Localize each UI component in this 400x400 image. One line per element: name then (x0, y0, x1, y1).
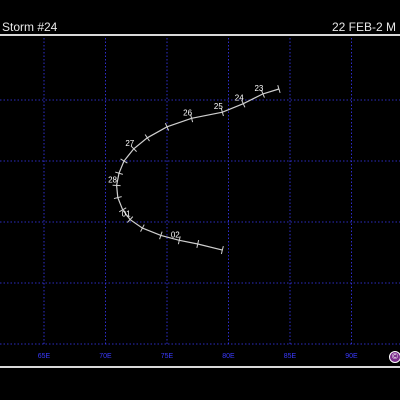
longitude-labels: 65E 70E 75E 80E 85E 90E (38, 353, 358, 360)
longitude-label: 80E (222, 353, 235, 360)
storm-track (112, 85, 281, 255)
bottom-rule (0, 366, 400, 368)
date-range: 22 FEB-2 M (331, 20, 396, 34)
longitude-label: 65E (38, 353, 51, 360)
storm-track-map[interactable]: 65E 70E 75E 80E 85E 90E 23 24 25 26 27 28 01 02 (0, 36, 400, 366)
track-day-label: 25 (214, 102, 223, 111)
track-fix-tick (144, 134, 150, 142)
header-bar: Storm #24 22 FEB-2 M (0, 0, 400, 34)
track-day-labels: 23 24 25 26 27 28 01 02 (108, 84, 264, 239)
longitude-label: 85E (284, 353, 297, 360)
logo-icon: © (389, 351, 400, 363)
longitude-label: 90E (345, 353, 358, 360)
track-line (115, 88, 280, 251)
track-day-label: 27 (125, 139, 134, 148)
track-day-label: 28 (108, 175, 117, 184)
longitude-label: 75E (161, 353, 174, 360)
track-day-label: 23 (254, 84, 263, 93)
longitude-label: 70E (99, 353, 112, 360)
storm-title: Storm #24 (2, 20, 58, 34)
track-day-label: 02 (171, 230, 180, 239)
lat-lon-grid (0, 38, 400, 346)
track-day-label: 01 (122, 210, 131, 219)
track-day-label: 24 (235, 94, 244, 103)
track-day-label: 26 (183, 108, 192, 117)
